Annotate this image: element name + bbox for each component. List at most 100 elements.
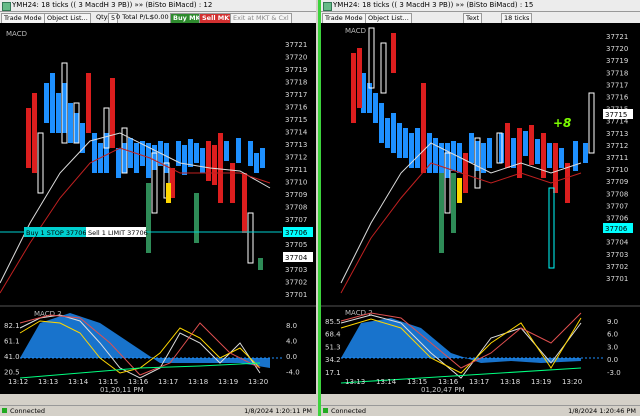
macd-tick-label: 6.0 xyxy=(607,331,618,339)
price-tick-label: 37721 xyxy=(606,33,628,41)
price-bar xyxy=(110,78,115,148)
price-tick-label: 37701 xyxy=(606,275,628,283)
price-bar xyxy=(188,139,193,167)
price-bar xyxy=(373,93,378,123)
price-bar xyxy=(397,123,402,158)
price-tick-label: 37715 xyxy=(285,116,307,124)
price-bar xyxy=(529,125,534,165)
price-bar xyxy=(62,83,67,133)
time-tick-label: 13:14 xyxy=(68,378,89,386)
price-bar xyxy=(547,143,552,168)
price-tick-label: 37703 xyxy=(606,251,628,259)
price-axis: 3772137720377193771837717377163771537714… xyxy=(606,33,629,283)
time-tick-label: 13:13 xyxy=(38,378,58,386)
price-chart-left[interactable]: MACD 37721 37720 37719 37718 37717 37716 37715… xyxy=(0,23,316,394)
window-title: YMH24: 18 ticks (( 3 MacdH 3 PB)) »» (Bi… xyxy=(333,1,534,9)
macd-subpane xyxy=(340,312,603,384)
chart-icon xyxy=(323,2,332,11)
window-title: YMH24: 18 ticks (( 3 MacdH 3 PB)) »» (Bi… xyxy=(12,1,213,9)
macd-tick-label: 0.0 xyxy=(607,356,618,364)
macd-tick-label: 34.2 xyxy=(325,356,341,364)
time-tick-label: 13:15 xyxy=(407,378,427,386)
price-bar xyxy=(583,143,588,163)
macd-tick-label: -3.0 xyxy=(607,369,621,377)
price-bar xyxy=(242,173,247,233)
price-tick-label: 37714 xyxy=(285,129,308,137)
price-bar xyxy=(258,258,263,270)
price-tick-label: 37712 xyxy=(606,142,628,150)
price-tick-label: 37712 xyxy=(285,154,307,162)
time-tick-label: 13:17 xyxy=(469,378,489,386)
price-tick-label: 37720 xyxy=(285,54,307,62)
price-bar xyxy=(194,143,199,163)
price-bar xyxy=(86,73,91,133)
price-bar xyxy=(559,148,564,168)
price-bar xyxy=(451,173,456,233)
price-tick-label: 37716 xyxy=(285,104,308,112)
price-tick-label: 37709 xyxy=(285,191,307,199)
price-bar xyxy=(553,143,558,193)
price-chart-right[interactable]: MACD 37721 37720 37719 37718 37717 37716 37715… xyxy=(321,23,640,394)
price-tick-label: 37716 xyxy=(606,94,629,102)
price-bar xyxy=(573,141,578,171)
price-bar xyxy=(116,148,121,178)
window-title-bar[interactable]: YMH24: 18 ticks (( 3 MacdH 3 PB)) »» (Bi… xyxy=(321,0,640,12)
price-bar xyxy=(368,27,375,89)
price-bar xyxy=(248,141,253,166)
connection-icon xyxy=(323,408,328,413)
window-title-bar[interactable]: YMH24: 18 ticks (( 3 MacdH 3 PB)) »» (Bi… xyxy=(0,0,316,12)
price-tick-label: 37713 xyxy=(285,141,307,149)
price-tick-label: 37711 xyxy=(285,166,307,174)
price-bar xyxy=(224,141,229,161)
price-bar xyxy=(122,143,127,173)
chart-icon xyxy=(2,2,11,11)
macd-histogram xyxy=(20,313,270,368)
price-bar xyxy=(56,93,61,133)
price-bar xyxy=(260,148,265,168)
price-tick-label: 37718 xyxy=(285,79,307,87)
price-bar xyxy=(385,118,390,148)
macd-line-green xyxy=(19,362,261,379)
price-tick-label: 37705 xyxy=(285,241,307,249)
status-timestamp: 1/8/2024 1:20:46 PM xyxy=(568,407,636,415)
price-bar xyxy=(152,145,157,170)
price-tick-label: 37713 xyxy=(606,130,628,138)
price-bar xyxy=(517,128,522,178)
price-tick-label: 37708 xyxy=(606,190,628,198)
macd-tick-label: 4.0 xyxy=(286,338,297,346)
total-pl-value: $0.00 xyxy=(150,13,169,21)
price-tick-label: 37720 xyxy=(606,45,628,53)
macd-tick-label: 3.0 xyxy=(607,343,618,351)
buy-stop-order-label: Buy 1 STOP 37706 xyxy=(26,229,87,237)
macd-tick-label: 61.1 xyxy=(4,338,20,346)
time-tick-label: 13:19 xyxy=(218,378,238,386)
price-bar xyxy=(588,92,595,154)
price-bar xyxy=(487,138,492,168)
price-bar xyxy=(351,53,356,123)
price-bar xyxy=(391,113,396,153)
price-bar xyxy=(391,33,396,73)
price-bar xyxy=(451,141,456,171)
gain-label: +8 xyxy=(553,116,571,130)
price-bar xyxy=(68,103,73,143)
price-bar xyxy=(415,128,420,168)
last-price-label: 37704 xyxy=(285,254,308,262)
price-tick-label: 37717 xyxy=(606,81,628,89)
macd-subpane xyxy=(19,313,282,379)
candle-bars xyxy=(351,27,595,269)
price-bar xyxy=(357,48,362,108)
price-bar xyxy=(128,138,133,168)
time-tick-label: 13:13 xyxy=(345,378,365,386)
price-bar xyxy=(523,131,528,156)
current-price-label: 37706 xyxy=(605,225,628,233)
time-readout: 01,20,47 PM xyxy=(421,386,465,394)
price-bar xyxy=(439,173,444,253)
price-bar xyxy=(247,212,254,264)
macd-tick-label: 68.4 xyxy=(325,331,341,339)
macd-tick-label: 9.0 xyxy=(607,318,618,326)
price-bar xyxy=(200,148,205,173)
price-tick-label: 37717 xyxy=(285,91,307,99)
high-price-label: 37715 xyxy=(605,111,627,119)
price-bar xyxy=(511,138,516,168)
time-axis: 13:13 13:14 13:15 13:16 13:17 13:18 13:19 13:20 xyxy=(345,378,582,386)
